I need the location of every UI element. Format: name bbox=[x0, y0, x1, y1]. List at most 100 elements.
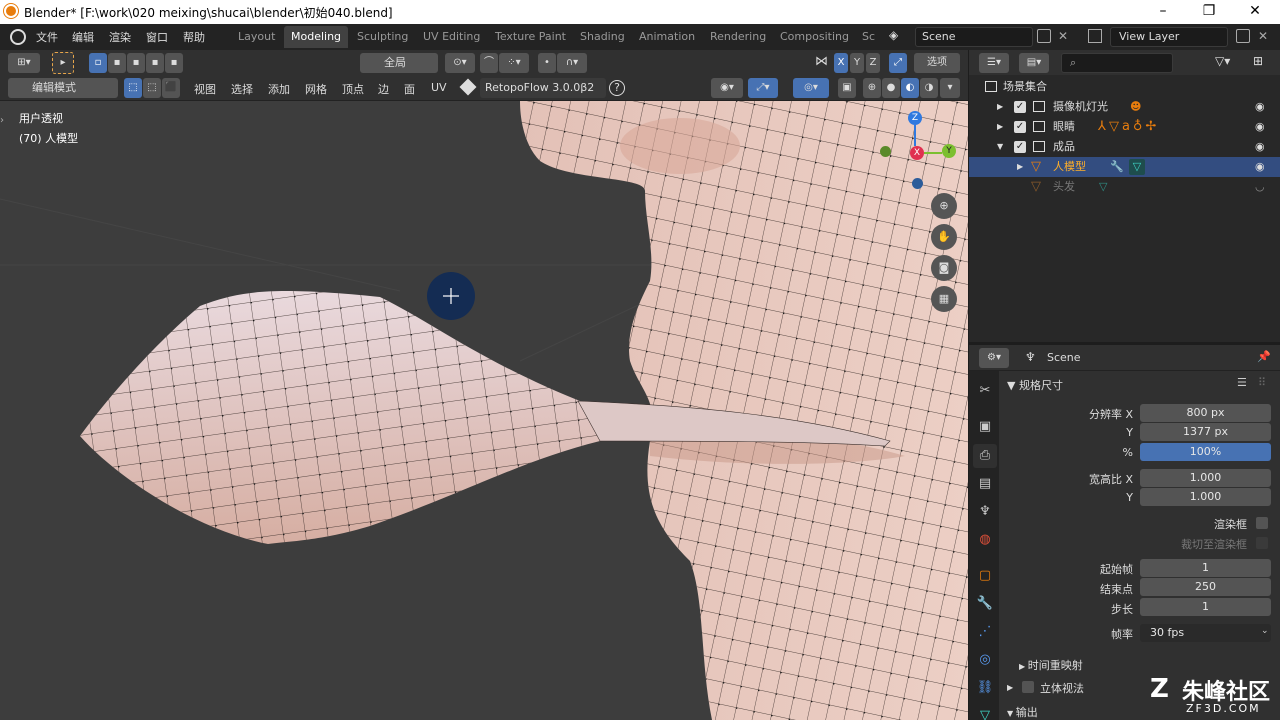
fps-dropdown[interactable]: 30 fps bbox=[1140, 624, 1271, 642]
xray-toggle-icon[interactable]: ▣ bbox=[838, 78, 856, 98]
delete-scene-icon[interactable]: ✕ bbox=[1058, 29, 1072, 43]
snap-icon[interactable]: ⌒ bbox=[480, 53, 498, 73]
display-mode-icon[interactable]: ▤▾ bbox=[1019, 53, 1049, 73]
menu-help[interactable]: 帮助 bbox=[183, 29, 205, 45]
menu-render[interactable]: 渲染 bbox=[109, 29, 131, 45]
tab-sculpting[interactable]: Sculpting bbox=[350, 26, 415, 48]
scene-selector[interactable]: Scene bbox=[915, 27, 1033, 47]
outliner-search-input[interactable]: ⌕ bbox=[1061, 53, 1173, 73]
stereoscopy-header[interactable]: ▶ bbox=[1007, 680, 1013, 693]
menu-mesh[interactable]: 网格 bbox=[305, 81, 327, 97]
outliner-row-camera-lights[interactable]: ▶ ✓ 摄像机灯光 ☻ ◉ bbox=[969, 97, 1280, 117]
frame-start-field[interactable]: 1 bbox=[1140, 559, 1271, 577]
toolbar-expand-icon[interactable]: › bbox=[0, 115, 6, 127]
render-tab-icon[interactable]: ▣ bbox=[973, 415, 997, 439]
physics-tab-icon[interactable]: ◎ bbox=[973, 648, 997, 672]
frame-end-field[interactable]: 250 bbox=[1140, 578, 1271, 596]
select-mode-subtract-icon[interactable]: ▪ bbox=[127, 53, 145, 73]
outliner-row-scene-collection[interactable]: 场景集合 bbox=[969, 77, 1280, 97]
material-shading-icon[interactable]: ◐ bbox=[901, 78, 919, 98]
select-mode-invert-icon[interactable]: ▪ bbox=[146, 53, 164, 73]
new-scene-icon[interactable] bbox=[1037, 29, 1051, 43]
view-layer-selector[interactable]: View Layer bbox=[1110, 27, 1228, 47]
overlays-toggle-icon[interactable]: ◎▾ bbox=[793, 78, 829, 98]
menu-view[interactable]: 视图 bbox=[194, 81, 216, 97]
outliner-row-eyes[interactable]: ▶ ✓ 眼睛 ⅄▽a♁✢ ◉ bbox=[969, 117, 1280, 137]
restore-button[interactable]: ❐ bbox=[1186, 0, 1232, 24]
pin-icon[interactable]: 📌 bbox=[1257, 350, 1271, 363]
menu-uv[interactable]: UV bbox=[431, 81, 447, 94]
res-y-field[interactable]: 1377 px bbox=[1140, 423, 1271, 441]
menu-face[interactable]: 面 bbox=[404, 81, 415, 97]
res-pct-field[interactable]: 100% bbox=[1140, 443, 1271, 461]
presets-icon[interactable]: ☰ bbox=[1237, 376, 1247, 389]
world-tab-icon[interactable]: ◍ bbox=[973, 528, 997, 552]
border-checkbox[interactable] bbox=[1256, 517, 1268, 529]
menu-add[interactable]: 添加 bbox=[268, 81, 290, 97]
perspective-toggle-icon[interactable]: ▦ bbox=[931, 286, 957, 312]
3d-viewport[interactable]: › 用户透视 (70) 人模型 Z X Y ⊕ ✋ ◙ ▦ bbox=[0, 101, 968, 720]
tab-layout[interactable]: Layout bbox=[231, 26, 282, 48]
visibility-eye-icon[interactable]: ◉ bbox=[1255, 137, 1269, 153]
gizmo-x-axis[interactable]: X bbox=[910, 146, 924, 160]
camera-view-icon[interactable]: ◙ bbox=[931, 255, 957, 281]
output-tab-icon[interactable]: ⎙ bbox=[973, 444, 997, 468]
select-mode-new-icon[interactable]: ▫ bbox=[89, 53, 107, 73]
gizmo-neg-y[interactable] bbox=[880, 146, 891, 157]
vertex-select-icon[interactable]: ⬚ bbox=[124, 78, 142, 98]
outliner-editor-type-icon[interactable]: ☰▾ bbox=[979, 53, 1009, 73]
menu-file[interactable]: 文件 bbox=[36, 29, 58, 45]
stereoscopy-checkbox[interactable] bbox=[1022, 681, 1034, 693]
pivot-point-icon[interactable]: ⊙▾ bbox=[445, 53, 475, 73]
expand-arrow-icon[interactable]: ▶ bbox=[997, 117, 1003, 137]
gizmo-y-axis[interactable]: Y bbox=[942, 144, 956, 158]
tab-scripting[interactable]: Sc bbox=[855, 26, 882, 48]
section-dimensions-header[interactable]: ▼ 规格尺寸 bbox=[1007, 377, 1063, 393]
blender-menu-icon[interactable] bbox=[10, 29, 26, 45]
menu-edge[interactable]: 边 bbox=[378, 81, 389, 97]
hidden-eye-icon[interactable]: ◡ bbox=[1255, 177, 1269, 193]
outliner-row-finished[interactable]: ▼ ✓ 成品 ◉ bbox=[969, 137, 1280, 157]
drag-handle-icon[interactable]: ⠿ bbox=[1258, 376, 1266, 389]
exclude-checkbox[interactable]: ✓ bbox=[1014, 101, 1026, 113]
exclude-checkbox[interactable]: ✓ bbox=[1014, 121, 1026, 133]
edge-select-icon[interactable]: ⬚ bbox=[143, 78, 161, 98]
mirror-y-toggle[interactable]: Y bbox=[850, 53, 864, 73]
transform-orientation-dropdown[interactable]: 全局 bbox=[360, 53, 438, 73]
proportional-edit-icon[interactable]: • bbox=[538, 53, 556, 73]
falloff-icon[interactable]: ∩▾ bbox=[557, 53, 587, 73]
object-tab-icon[interactable]: ▢ bbox=[973, 564, 997, 588]
filter-icon[interactable]: ▽▾ bbox=[1215, 54, 1230, 68]
close-button[interactable]: ✕ bbox=[1232, 0, 1278, 24]
time-remap-header[interactable]: ▶ 时间重映射 bbox=[1019, 657, 1083, 673]
pan-hand-icon[interactable]: ✋ bbox=[931, 224, 957, 250]
minimize-button[interactable]: – bbox=[1140, 0, 1186, 24]
retopoflow-menu[interactable]: RetopoFlow 3.0.0β2 bbox=[480, 78, 606, 98]
zoom-icon[interactable]: ⊕ bbox=[931, 193, 957, 219]
aspect-y-field[interactable]: 1.000 bbox=[1140, 488, 1271, 506]
view-layer-tab-icon[interactable]: ▤ bbox=[973, 472, 997, 496]
menu-vertex[interactable]: 顶点 bbox=[342, 81, 364, 97]
visibility-eye-icon[interactable]: ◉ bbox=[1255, 157, 1269, 173]
particles-tab-icon[interactable]: ⋰ bbox=[973, 620, 997, 644]
mirror-icon[interactable]: ⋈ bbox=[815, 54, 831, 70]
tab-compositing[interactable]: Compositing bbox=[773, 26, 856, 48]
properties-editor-type-icon[interactable]: ⚙▾ bbox=[979, 348, 1009, 368]
solid-shading-icon[interactable]: ● bbox=[882, 78, 900, 98]
visibility-icon[interactable]: ◉▾ bbox=[711, 78, 743, 98]
scene-tab-icon[interactable]: ♆ bbox=[973, 500, 997, 524]
select-mode-intersect-icon[interactable]: ▪ bbox=[165, 53, 183, 73]
gizmo-neg-z[interactable] bbox=[912, 178, 923, 189]
tab-texture-paint[interactable]: Texture Paint bbox=[488, 26, 573, 48]
modifier-tab-icon[interactable]: 🔧 bbox=[973, 592, 997, 616]
face-select-icon[interactable]: ⬛ bbox=[162, 78, 180, 98]
outliner-row-human-model[interactable]: ▶ ▽ 人模型 🔧 ▽ ◉ bbox=[969, 157, 1280, 177]
new-view-layer-icon[interactable] bbox=[1236, 29, 1250, 43]
tab-modeling[interactable]: Modeling bbox=[284, 26, 349, 48]
expand-arrow-icon[interactable]: ▶ bbox=[997, 97, 1003, 117]
exclude-checkbox[interactable]: ✓ bbox=[1014, 141, 1026, 153]
tab-animation[interactable]: Animation bbox=[632, 26, 702, 48]
constraints-tab-icon[interactable]: ⛓ bbox=[973, 676, 997, 700]
auto-merge-icon[interactable]: ⤢ bbox=[889, 53, 907, 73]
data-tab-icon[interactable]: ▽ bbox=[973, 704, 997, 720]
